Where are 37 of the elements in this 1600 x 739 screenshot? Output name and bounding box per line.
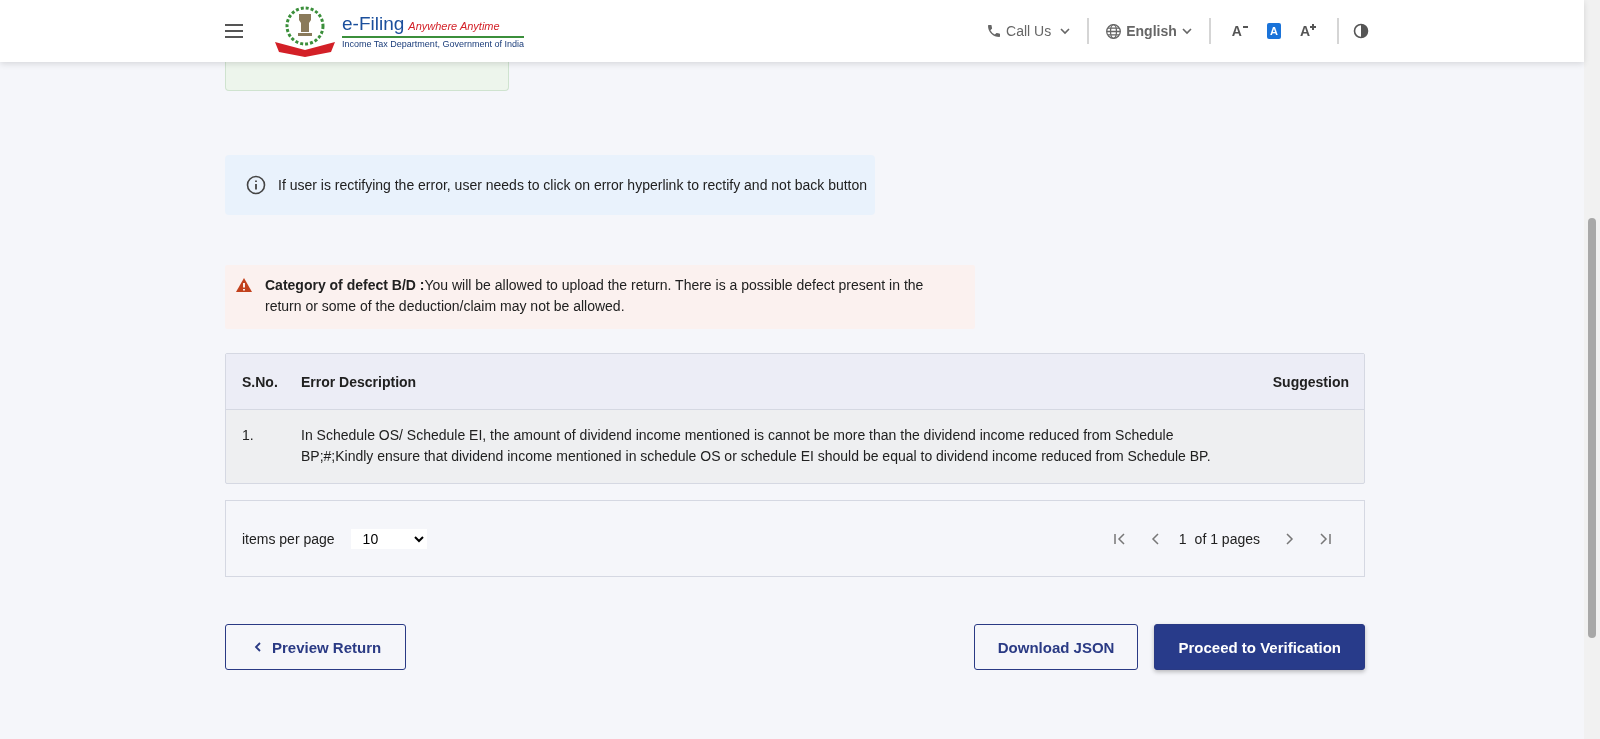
contrast-icon: [1353, 23, 1369, 39]
page-total: of 1 pages: [1194, 530, 1260, 547]
call-us-dropdown[interactable]: Call Us: [970, 23, 1088, 39]
logo-tagline: Anywhere Anytime: [408, 20, 500, 32]
column-header: Suggestion: [1271, 373, 1350, 390]
first-page-button[interactable]: [1112, 531, 1127, 546]
caret-icon: [1059, 25, 1072, 37]
caret-icon: [1180, 25, 1193, 37]
items-per-page-select[interactable]: 10: [350, 528, 427, 549]
proceed-button[interactable]: Proceed to Verification: [1154, 624, 1365, 670]
info-icon: [246, 175, 266, 195]
column-header: S.No.: [241, 373, 279, 390]
scrollbar-thumb[interactable]: [1588, 218, 1596, 638]
chevron-left-icon: [254, 642, 262, 652]
last-page-icon: [1318, 531, 1332, 546]
emblem-drawing: [275, 6, 335, 57]
logo-title: e-Filing: [342, 13, 405, 35]
language-dropdown[interactable]: English: [1089, 22, 1209, 40]
first-page-icon: [1112, 531, 1127, 546]
column-header: Error Description: [301, 373, 418, 390]
default-font-button[interactable]: A: [1266, 23, 1281, 39]
table-cell: 1.: [242, 427, 254, 443]
warning-icon: [235, 277, 253, 293]
globe-icon: [1105, 22, 1123, 40]
preview-return-button[interactable]: Preview Return: [225, 624, 407, 670]
table-cell: In Schedule OS/ Schedule EI, the amount of dividend income mentioned is cannot be more than the dividend income reduced from Schedule BP;#;Kindly ensure that dividend income mentioned in schedule OS or schedule EI should be equal to dividend income reduced from Schedule BP.: [301, 427, 1211, 464]
increase-font-button[interactable]: A: [1296, 23, 1319, 39]
decrease-font-button[interactable]: A: [1228, 23, 1251, 39]
logo-subtitle: Income Tax Department, Government of India: [342, 39, 524, 49]
phone-icon: [986, 23, 1003, 39]
menu-icon: [224, 23, 244, 39]
items-per-page-label: items per page: [242, 530, 335, 547]
current-page: 1: [1178, 530, 1187, 547]
last-page-button[interactable]: [1318, 531, 1332, 546]
download-json-button[interactable]: Download JSON: [973, 624, 1139, 670]
info-text: If user is rectifying the error, user needs to click on error hyperlink to rectify and not back button: [278, 177, 868, 193]
defect-text: Category of defect B/D :You will be allowed to upload the return. There is a possible defect present in the return or some of the deduction/claim may not be allowed.: [265, 276, 925, 316]
